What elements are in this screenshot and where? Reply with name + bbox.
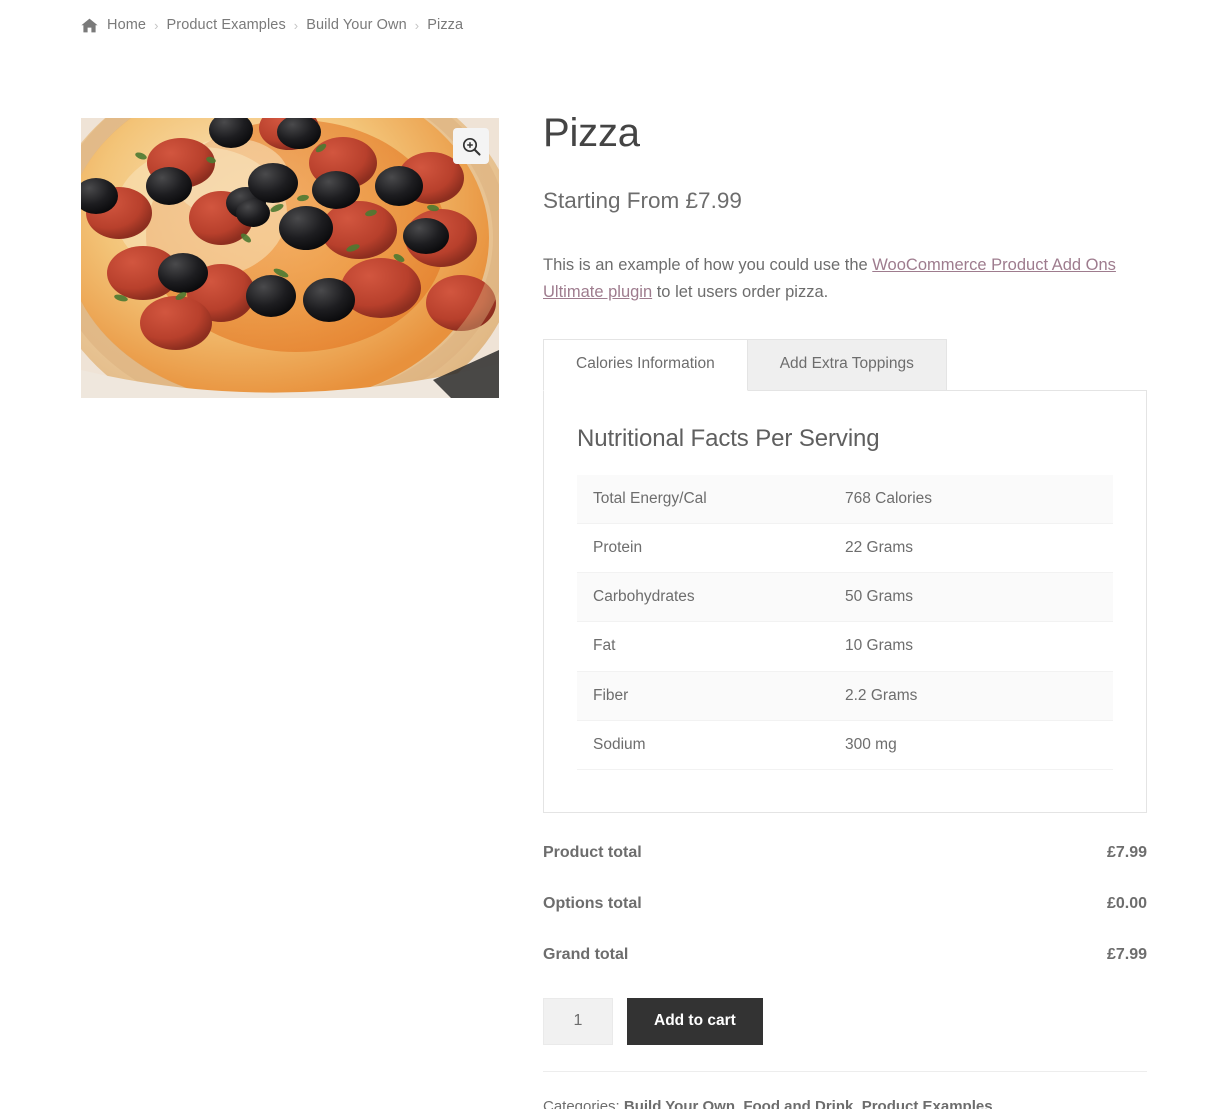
breadcrumb-separator: › [154,17,159,33]
breadcrumb-item-product-examples[interactable]: Product Examples [167,17,286,33]
product-total-label: Product total [543,843,642,861]
breadcrumb-item-home[interactable]: Home [107,17,146,33]
nutrition-label: Carbohydrates [577,572,845,623]
grand-total-label: Grand total [543,945,629,963]
product-gallery [81,118,499,398]
product-total-value: £7.99 [1106,843,1147,861]
grand-total-row: Grand total £7.99 [543,937,1147,973]
tab-list: Calories Information Add Extra Toppings [543,339,1147,392]
nutrition-label: Sodium [577,720,845,770]
nutrition-value: 2.2 Grams [845,671,1113,721]
breadcrumb: Home › Product Examples › Build Your Own… [81,17,463,33]
product-short-description: This is an example of how you could use … [543,252,1147,306]
table-row: Total Energy/Cal 768 Calories [577,475,1113,525]
category-link-product-examples[interactable]: Product Examples [862,1098,993,1109]
nutrition-value: 300 mg [845,720,1113,770]
magnifier-plus-icon[interactable] [453,128,489,164]
nutrition-label: Fat [577,621,845,672]
nutrition-value: 50 Grams [845,572,1113,623]
breadcrumb-item-current: Pizza [427,17,464,33]
product-meta: Categories: Build Your Own, Food and Dri… [543,1070,1147,1109]
add-to-cart-form: Add to cart [543,997,1147,1045]
product-total-row: Product total £7.99 [543,835,1147,871]
product-price: Starting From £7.99 [543,188,742,213]
home-icon [81,18,98,33]
breadcrumb-separator: › [293,17,299,33]
product-tabs: Calories Information Add Extra Toppings … [543,339,1147,813]
tab-panel-calories-information: Nutritional Facts Per Serving Total Ener… [543,390,1147,813]
table-row: Protein 22 Grams [577,523,1113,574]
category-link-food-and-drink[interactable]: Food and Drink [743,1098,853,1109]
nutrition-label: Protein [577,523,845,574]
totals-section: Product total £7.99 Options total £0.00 … [543,835,1147,973]
tab-calories-information[interactable]: Calories Information [543,339,748,392]
nutrition-table: Total Energy/Cal 768 Calories Protein 22… [577,475,1113,770]
description-suffix: to let users order pizza. [652,283,829,302]
tab-add-extra-toppings[interactable]: Add Extra Toppings [747,339,947,391]
breadcrumb-item-build-your-own[interactable]: Build Your Own [306,17,407,33]
nutrition-value: 768 Calories [845,475,1113,525]
description-prefix: This is an example of how you could use … [543,256,873,274]
nutrition-value: 10 Grams [845,621,1113,672]
breadcrumb-separator: › [414,17,420,33]
options-total-row: Options total £0.00 [543,886,1147,922]
panel-title: Nutritional Facts Per Serving [577,425,880,453]
nutrition-label: Fiber [577,671,845,721]
product-categories: Categories: Build Your Own, Food and Dri… [543,1094,1147,1109]
page-title: Pizza [543,111,640,155]
product-image[interactable] [81,118,499,398]
list-separator: , [853,1097,862,1109]
table-row: Fiber 2.2 Grams [577,671,1113,721]
options-total-label: Options total [543,894,642,912]
table-row: Sodium 300 mg [577,720,1113,770]
quantity-input[interactable] [543,997,613,1045]
nutrition-value: 22 Grams [845,523,1113,574]
product-page: Home › Product Examples › Build Your Own… [0,0,1227,1109]
categories-label: Categories: [543,1097,620,1109]
product-summary: Pizza Starting From £7.99 This is an exa… [543,110,1147,1109]
table-row: Fat 10 Grams [577,621,1113,672]
nutrition-label: Total Energy/Cal [577,475,845,525]
options-total-value: £0.00 [1106,894,1147,912]
table-row: Carbohydrates 50 Grams [577,572,1113,623]
category-link-build-your-own[interactable]: Build Your Own [624,1098,735,1109]
grand-total-value: £7.99 [1106,945,1147,963]
add-to-cart-button[interactable]: Add to cart [627,997,763,1045]
